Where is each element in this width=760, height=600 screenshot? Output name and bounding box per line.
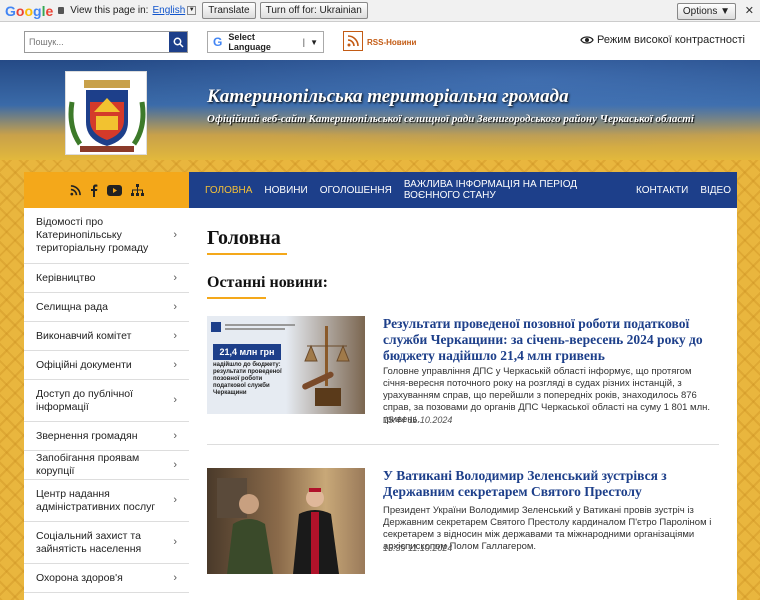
coat-of-arms-logo[interactable] (65, 71, 147, 155)
chevron-right-icon: › (173, 229, 177, 241)
sidebar-item-label: Відомості про Катеринопільську територіа… (36, 216, 149, 254)
nav-home[interactable]: ГОЛОВНА (199, 185, 258, 196)
main-content: ГОЛОВНА НОВИНИ ОГОЛОШЕННЯ ВАЖЛИВА ІНФОРМ… (189, 172, 737, 600)
sidebar-item-anticorruption[interactable]: Запобігання проявам корупції › (24, 451, 189, 480)
translate-button[interactable]: Translate (202, 2, 256, 19)
search-button[interactable] (169, 32, 187, 52)
google-g-icon: G (213, 35, 223, 49)
news-date: 15:39 11.10.2024 (383, 543, 453, 553)
sidebar-item-executive[interactable]: Виконавчий комітет › (24, 322, 189, 351)
sidebar-item-label: Офіційні документи (36, 358, 132, 371)
google-translate-bar: Google View this page in: English ▼ Tran… (0, 0, 760, 22)
title-underline (207, 253, 287, 255)
separator: | (302, 37, 306, 47)
sidebar-item-social[interactable]: Соціальний захист та зайнятість населенн… (24, 522, 189, 564)
sidebar-item-leadership[interactable]: Керівництво › (24, 264, 189, 293)
chevron-right-icon: › (173, 358, 177, 371)
chevron-right-icon: › (173, 494, 177, 506)
sidebar-item-admin-services[interactable]: Центр надання адміністративних послуг › (24, 480, 189, 522)
image-amount: 21,4 млн грн (213, 344, 281, 360)
sidebar-item-label: Доступ до публічної інформації (36, 387, 134, 413)
chevron-right-icon: › (173, 394, 177, 406)
sidebar-item-label: Керівництво (36, 271, 96, 284)
site-header: Катеринопільська територіальна громада О… (0, 60, 760, 160)
sidebar-item-health[interactable]: Охорона здоров'я › (24, 564, 189, 593)
contrast-label: Режим високої контрастності (597, 34, 745, 46)
chevron-down-icon[interactable]: ▼ (187, 6, 197, 15)
sidebar-item-documents[interactable]: Офіційні документи › (24, 351, 189, 380)
sidebar-item-council[interactable]: Селищна рада › (24, 293, 189, 322)
youtube-icon[interactable] (106, 184, 122, 196)
rss-icon[interactable] (69, 184, 81, 196)
contrast-toggle[interactable]: Режим високої контрастності (580, 34, 745, 46)
sidebar-item-public-info[interactable]: Доступ до публічної інформації › (24, 380, 189, 422)
rss-label[interactable]: RSS-Новини (367, 38, 416, 47)
rss-button[interactable] (343, 31, 363, 51)
sidebar-item-label: Охорона здоров'я (36, 571, 123, 584)
chevron-right-icon: › (173, 536, 177, 548)
sidebar-item-label: Запобігання проявам корупції (36, 452, 140, 477)
nav-martial-law-info[interactable]: ВАЖЛИВА ІНФОРМАЦІЯ НА ПЕРІОД ВОЄННОГО СТ… (398, 179, 630, 201)
news-image-tax[interactable]: 21,4 млн грн надійшло до бюджету: резуль… (207, 316, 365, 414)
chevron-right-icon: › (173, 429, 177, 442)
sitemap-icon[interactable] (130, 184, 144, 196)
news-date: 15:44 11.10.2024 (383, 415, 453, 425)
sidebar-item-label: Звернення громадян (36, 429, 138, 442)
sidebar-item-label: Соціальний захист та зайнятість населенн… (36, 529, 142, 555)
page-title: Головна (207, 227, 281, 249)
search-box (24, 31, 188, 53)
site-title[interactable]: Катеринопільська територіальна громада (207, 86, 569, 108)
chevron-right-icon: › (173, 271, 177, 284)
news-image-vatican[interactable] (207, 468, 365, 574)
select-language-dropdown[interactable]: G Select Language | ▼ (207, 31, 324, 53)
turn-off-button[interactable]: Turn off for: Ukrainian (259, 2, 368, 19)
chevron-right-icon: › (173, 329, 177, 342)
news-title[interactable]: Результати проведеної позовної роботи по… (383, 316, 713, 364)
news-item: У Ватикані Володимир Зеленський зустрівс… (207, 468, 719, 578)
search-input[interactable] (25, 32, 169, 52)
options-button[interactable]: Options ▼ (676, 3, 736, 20)
section-title: Останні новини: (207, 274, 328, 291)
sidebar-item-label: Центр надання адміністративних послуг (36, 487, 156, 513)
chevron-right-icon: › (173, 571, 177, 584)
eye-icon (580, 36, 594, 44)
news-item: 21,4 млн грн надійшло до бюджету: резуль… (207, 316, 719, 426)
image-caption: надійшло до бюджету: результати проведен… (213, 362, 282, 396)
divider (207, 444, 719, 445)
news-title[interactable]: У Ватикані Володимир Зеленський зустрівс… (383, 468, 713, 500)
nav-news[interactable]: НОВИНИ (258, 185, 313, 196)
google-logo: Google (5, 2, 54, 19)
chevron-right-icon: › (173, 458, 177, 471)
main-nav: ГОЛОВНА НОВИНИ ОГОЛОШЕННЯ ВАЖЛИВА ІНФОРМ… (189, 172, 737, 208)
search-icon (173, 37, 184, 48)
site-subtitle: Офіційний веб-сайт Катеринопільської сел… (207, 113, 694, 125)
facebook-icon[interactable] (90, 184, 98, 197)
rss-icon (347, 35, 359, 47)
social-links (24, 172, 189, 208)
nav-announcements[interactable]: ОГОЛОШЕННЯ (314, 185, 398, 196)
sidebar-item-appeals[interactable]: Звернення громадян › (24, 422, 189, 451)
chevron-right-icon: › (173, 300, 177, 313)
chevron-down-icon: ▼ (310, 37, 318, 47)
sidebar-item-about[interactable]: Відомості про Катеринопільську територіа… (24, 208, 189, 264)
close-icon[interactable]: ✕ (745, 4, 754, 17)
select-language-label: Select Language (228, 32, 271, 52)
sidebar-item-label: Виконавчий комітет (36, 329, 132, 342)
language-select[interactable]: English (152, 5, 185, 16)
section-underline (207, 297, 266, 299)
view-page-label: View this page in: (70, 5, 149, 16)
sidebar: Відомості про Катеринопільську територіа… (24, 172, 189, 600)
nav-video[interactable]: ВІДЕО (694, 185, 737, 196)
lock-icon (58, 7, 65, 14)
nav-contacts[interactable]: КОНТАКТИ (630, 185, 694, 196)
top-utility-bar: G Select Language | ▼ RSS-Новини Режим в… (0, 22, 760, 60)
sidebar-item-label: Селищна рада (36, 300, 108, 313)
